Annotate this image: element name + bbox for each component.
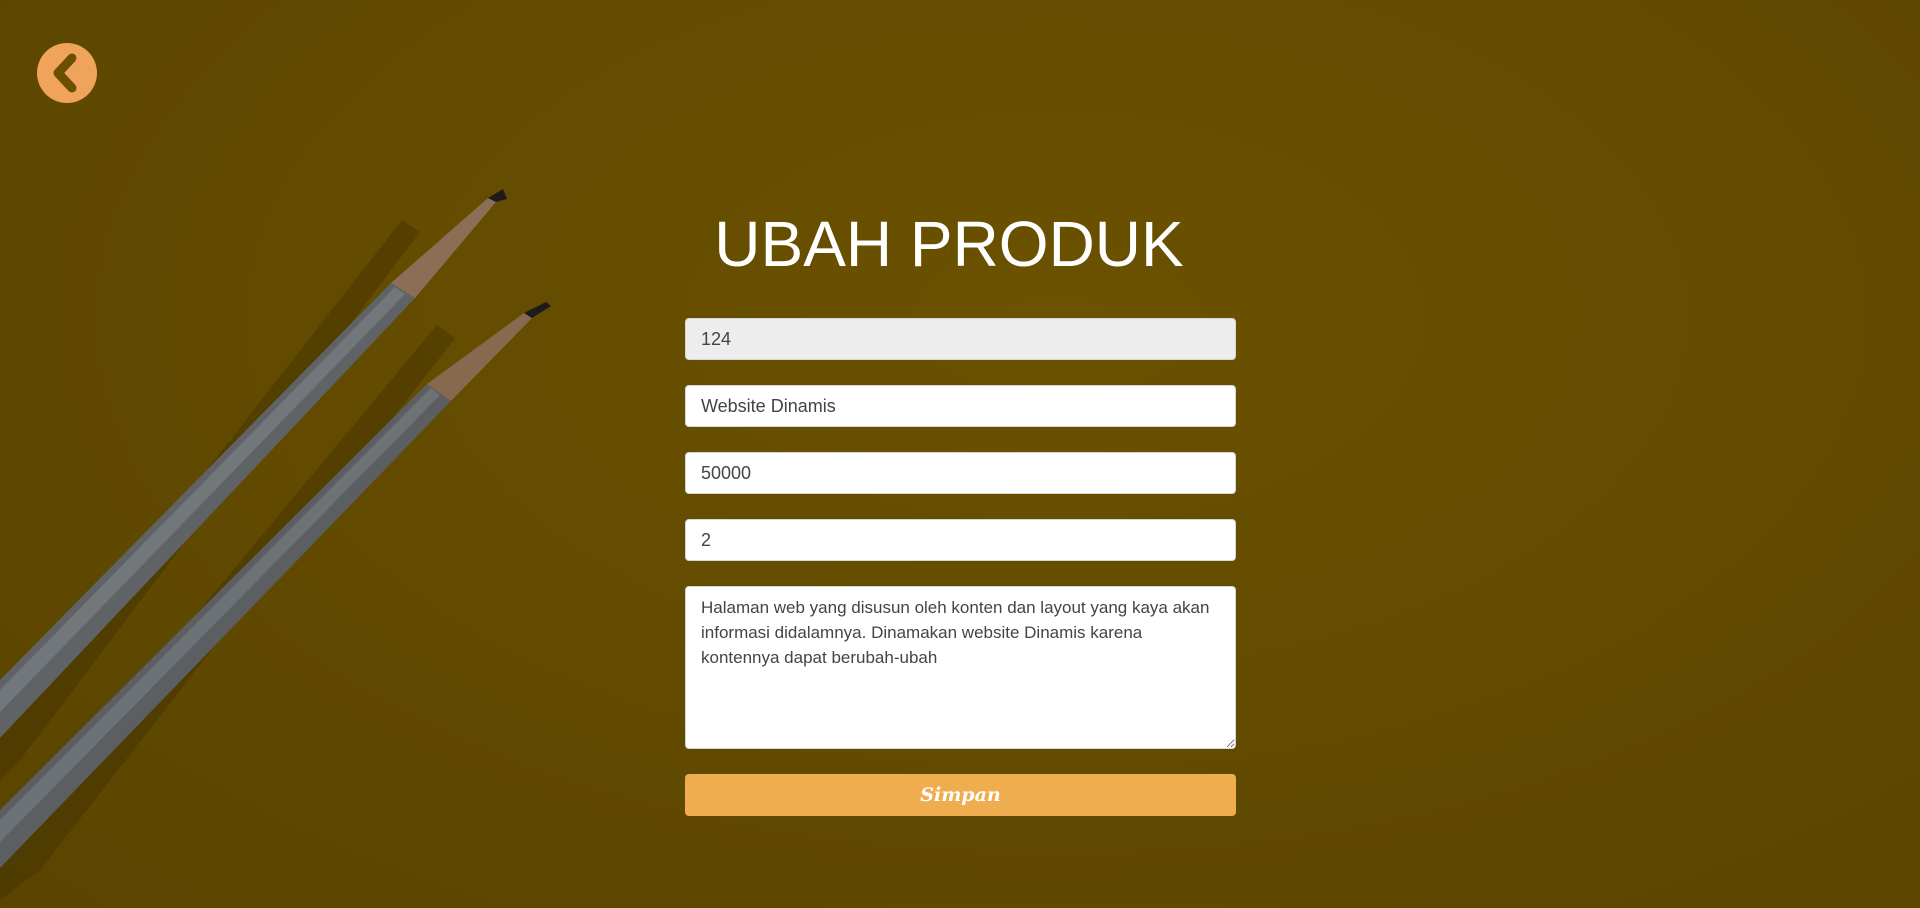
chevron-left-icon [53, 53, 77, 93]
save-button[interactable]: Simpan [685, 774, 1236, 816]
product-name-field[interactable] [685, 385, 1236, 427]
edit-product-form: Halaman web yang disusun oleh konten dan… [685, 318, 1236, 816]
back-button[interactable] [37, 43, 97, 103]
product-id-field[interactable] [685, 318, 1236, 360]
stock-field[interactable] [685, 519, 1236, 561]
price-field[interactable] [685, 452, 1236, 494]
page-title: UBAH PRODUK [714, 208, 1184, 280]
description-textarea[interactable]: Halaman web yang disusun oleh konten dan… [685, 586, 1236, 749]
